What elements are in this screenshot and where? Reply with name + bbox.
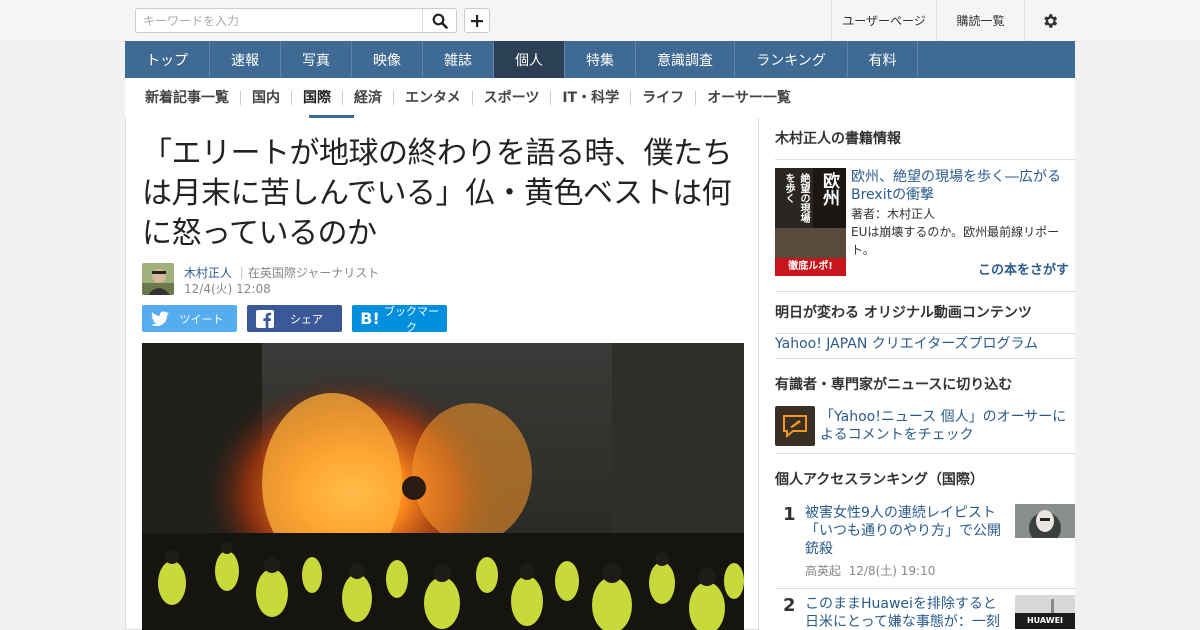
- search-button[interactable]: [422, 9, 456, 32]
- hatena-bookmark-label: ブックマーク: [384, 304, 439, 334]
- article-headline: 「エリートが地球の終わりを語る時、僕たちは月末に苦しんでいる」仏・黄色ベストは何…: [142, 136, 733, 251]
- sub-nav-item[interactable]: 経済: [342, 91, 393, 105]
- divider: [775, 358, 1075, 359]
- book-title-link[interactable]: 欧州、絶望の現場を歩く―広がるBrexitの衝撃: [851, 168, 1071, 204]
- facebook-icon: [253, 307, 277, 331]
- creators-program-link[interactable]: Yahoo! JAPAN クリエイターズプログラム: [775, 333, 1038, 353]
- top-links: ユーザーページ 購読一覧: [831, 0, 1075, 41]
- find-book-link[interactable]: この本をさがす: [775, 259, 1069, 278]
- sub-nav-item[interactable]: 新着記事一覧: [134, 91, 240, 105]
- rank-thumbnail[interactable]: [1015, 504, 1075, 538]
- main-nav-item[interactable]: トップ: [125, 41, 210, 78]
- book-author: 著者：木村正人: [851, 207, 936, 221]
- rank-number: 1: [783, 504, 796, 525]
- divider: [775, 588, 1075, 589]
- rank-article-link[interactable]: 被害女性9人の連続レイピスト「いつも通りのやり方」で公開銃殺: [805, 504, 1010, 558]
- rank-number: 2: [783, 595, 796, 616]
- twitter-share-label: ツイート: [179, 312, 224, 326]
- article-date: 12/4(火) 12:08: [184, 282, 271, 296]
- rank-author: 高英起: [805, 564, 842, 578]
- hatena-bookmark-button[interactable]: B! ブックマーク: [352, 304, 447, 334]
- ranking-heading: 個人アクセスランキング（国際）: [775, 472, 984, 488]
- rank-meta: 高英起 12/8(土) 19:10: [805, 562, 935, 579]
- divider: [775, 453, 1075, 454]
- article-photo: [142, 343, 744, 630]
- book-cover-subtitle: 絶望の現場を歩く: [783, 173, 809, 223]
- sub-nav-item[interactable]: 国際: [291, 91, 342, 105]
- books-section: 木村正人の書籍情報 欧州 絶望の現場を歩く 徹底ルポ! 欧州、絶望の現場を歩く―…: [775, 118, 1075, 278]
- comment-icon[interactable]: [775, 406, 815, 446]
- add-button[interactable]: [464, 8, 490, 33]
- main-nav-item[interactable]: 雑誌: [423, 41, 494, 78]
- sub-nav-item[interactable]: スポーツ: [471, 91, 551, 105]
- expert-heading: 有識者・専門家がニュースに切り込む: [775, 377, 1013, 393]
- expert-comment-link[interactable]: 「Yahoo!ニュース 個人」のオーサーによるコメントをチェック: [820, 408, 1070, 444]
- sidebar: 木村正人の書籍情報 欧州 絶望の現場を歩く 徹底ルポ! 欧州、絶望の現場を歩く―…: [759, 118, 1075, 630]
- sub-nav-item[interactable]: エンタメ: [393, 91, 472, 105]
- main-nav-item[interactable]: 速報: [210, 41, 281, 78]
- main-nav-item[interactable]: 映像: [352, 41, 423, 78]
- rank-article-link[interactable]: このままHuaweiを排除すると日米にとって嫌な事態が：一刻: [805, 595, 1010, 630]
- settings-button[interactable]: [1024, 0, 1075, 41]
- twitter-share-button[interactable]: ツイート: [142, 305, 237, 332]
- search-icon: [432, 13, 448, 29]
- main-nav: トップ 速報 写真 映像 雑誌 個人 特集 意識調査 ランキング 有料: [125, 41, 1075, 78]
- main-nav-item[interactable]: 写真: [281, 41, 352, 78]
- sub-nav-item[interactable]: IT・科学: [550, 91, 630, 105]
- main-nav-item[interactable]: 有料: [848, 41, 918, 78]
- books-heading: 木村正人の書籍情報: [775, 118, 1075, 160]
- sub-nav-item[interactable]: ライフ: [630, 91, 695, 105]
- sub-nav-item[interactable]: オーサー一覧: [695, 91, 802, 105]
- rank-thumbnail-text: HUAWEI: [1026, 616, 1064, 625]
- top-bar-inner: ユーザーページ 購読一覧: [125, 0, 1075, 41]
- rank-date: 12/8(土) 19:10: [848, 564, 936, 578]
- rank-thumbnail[interactable]: HUAWEI: [1015, 595, 1075, 629]
- sub-nav: 新着記事一覧 国内 国際 経済 エンタメ スポーツ IT・科学 ライフ オーサー一覧: [134, 78, 802, 118]
- book-cover-title: 欧州: [819, 172, 839, 206]
- facebook-share-label: シェア: [290, 312, 323, 326]
- twitter-icon: [148, 307, 172, 331]
- book-info: 欧州、絶望の現場を歩く―広がるBrexitの衝撃 著者：木村正人 EUは崩壊する…: [851, 168, 1071, 259]
- subscriptions-link[interactable]: 購読一覧: [936, 0, 1024, 41]
- author-avatar[interactable]: [142, 263, 174, 295]
- hatena-icon: B!: [360, 309, 380, 328]
- main-nav-item[interactable]: ランキング: [735, 41, 848, 78]
- sub-nav-item[interactable]: 国内: [240, 91, 291, 105]
- expert-section: 有識者・専門家がニュースに切り込む: [775, 364, 1075, 406]
- facebook-share-button[interactable]: シェア: [247, 305, 342, 332]
- user-page-link[interactable]: ユーザーページ: [831, 0, 936, 41]
- main-nav-item[interactable]: 意識調査: [636, 41, 735, 78]
- search-box: [135, 8, 457, 33]
- plus-icon: [471, 14, 483, 27]
- author-line: 木村正人 ｜在英国際ジャーナリスト: [184, 264, 379, 281]
- main-nav-item[interactable]: 個人: [494, 41, 565, 78]
- article-panel: 「エリートが地球の終わりを語る時、僕たちは月末に苦しんでいる」仏・黄色ベストは何…: [125, 118, 759, 630]
- gear-icon: [1044, 13, 1058, 28]
- search-input[interactable]: [137, 10, 421, 31]
- video-section: 明日が変わる オリジナル動画コンテンツ: [775, 292, 1075, 334]
- ranking-section: 個人アクセスランキング（国際）: [775, 459, 1075, 501]
- author-name-link[interactable]: 木村正人: [184, 266, 232, 280]
- video-heading: 明日が変わる オリジナル動画コンテンツ: [775, 292, 1075, 334]
- main-nav-item[interactable]: 特集: [565, 41, 636, 78]
- book-description: EUは崩壊するのか。欧州最前線リポート。: [851, 225, 1060, 257]
- author-title: ｜在英国際ジャーナリスト: [235, 266, 380, 280]
